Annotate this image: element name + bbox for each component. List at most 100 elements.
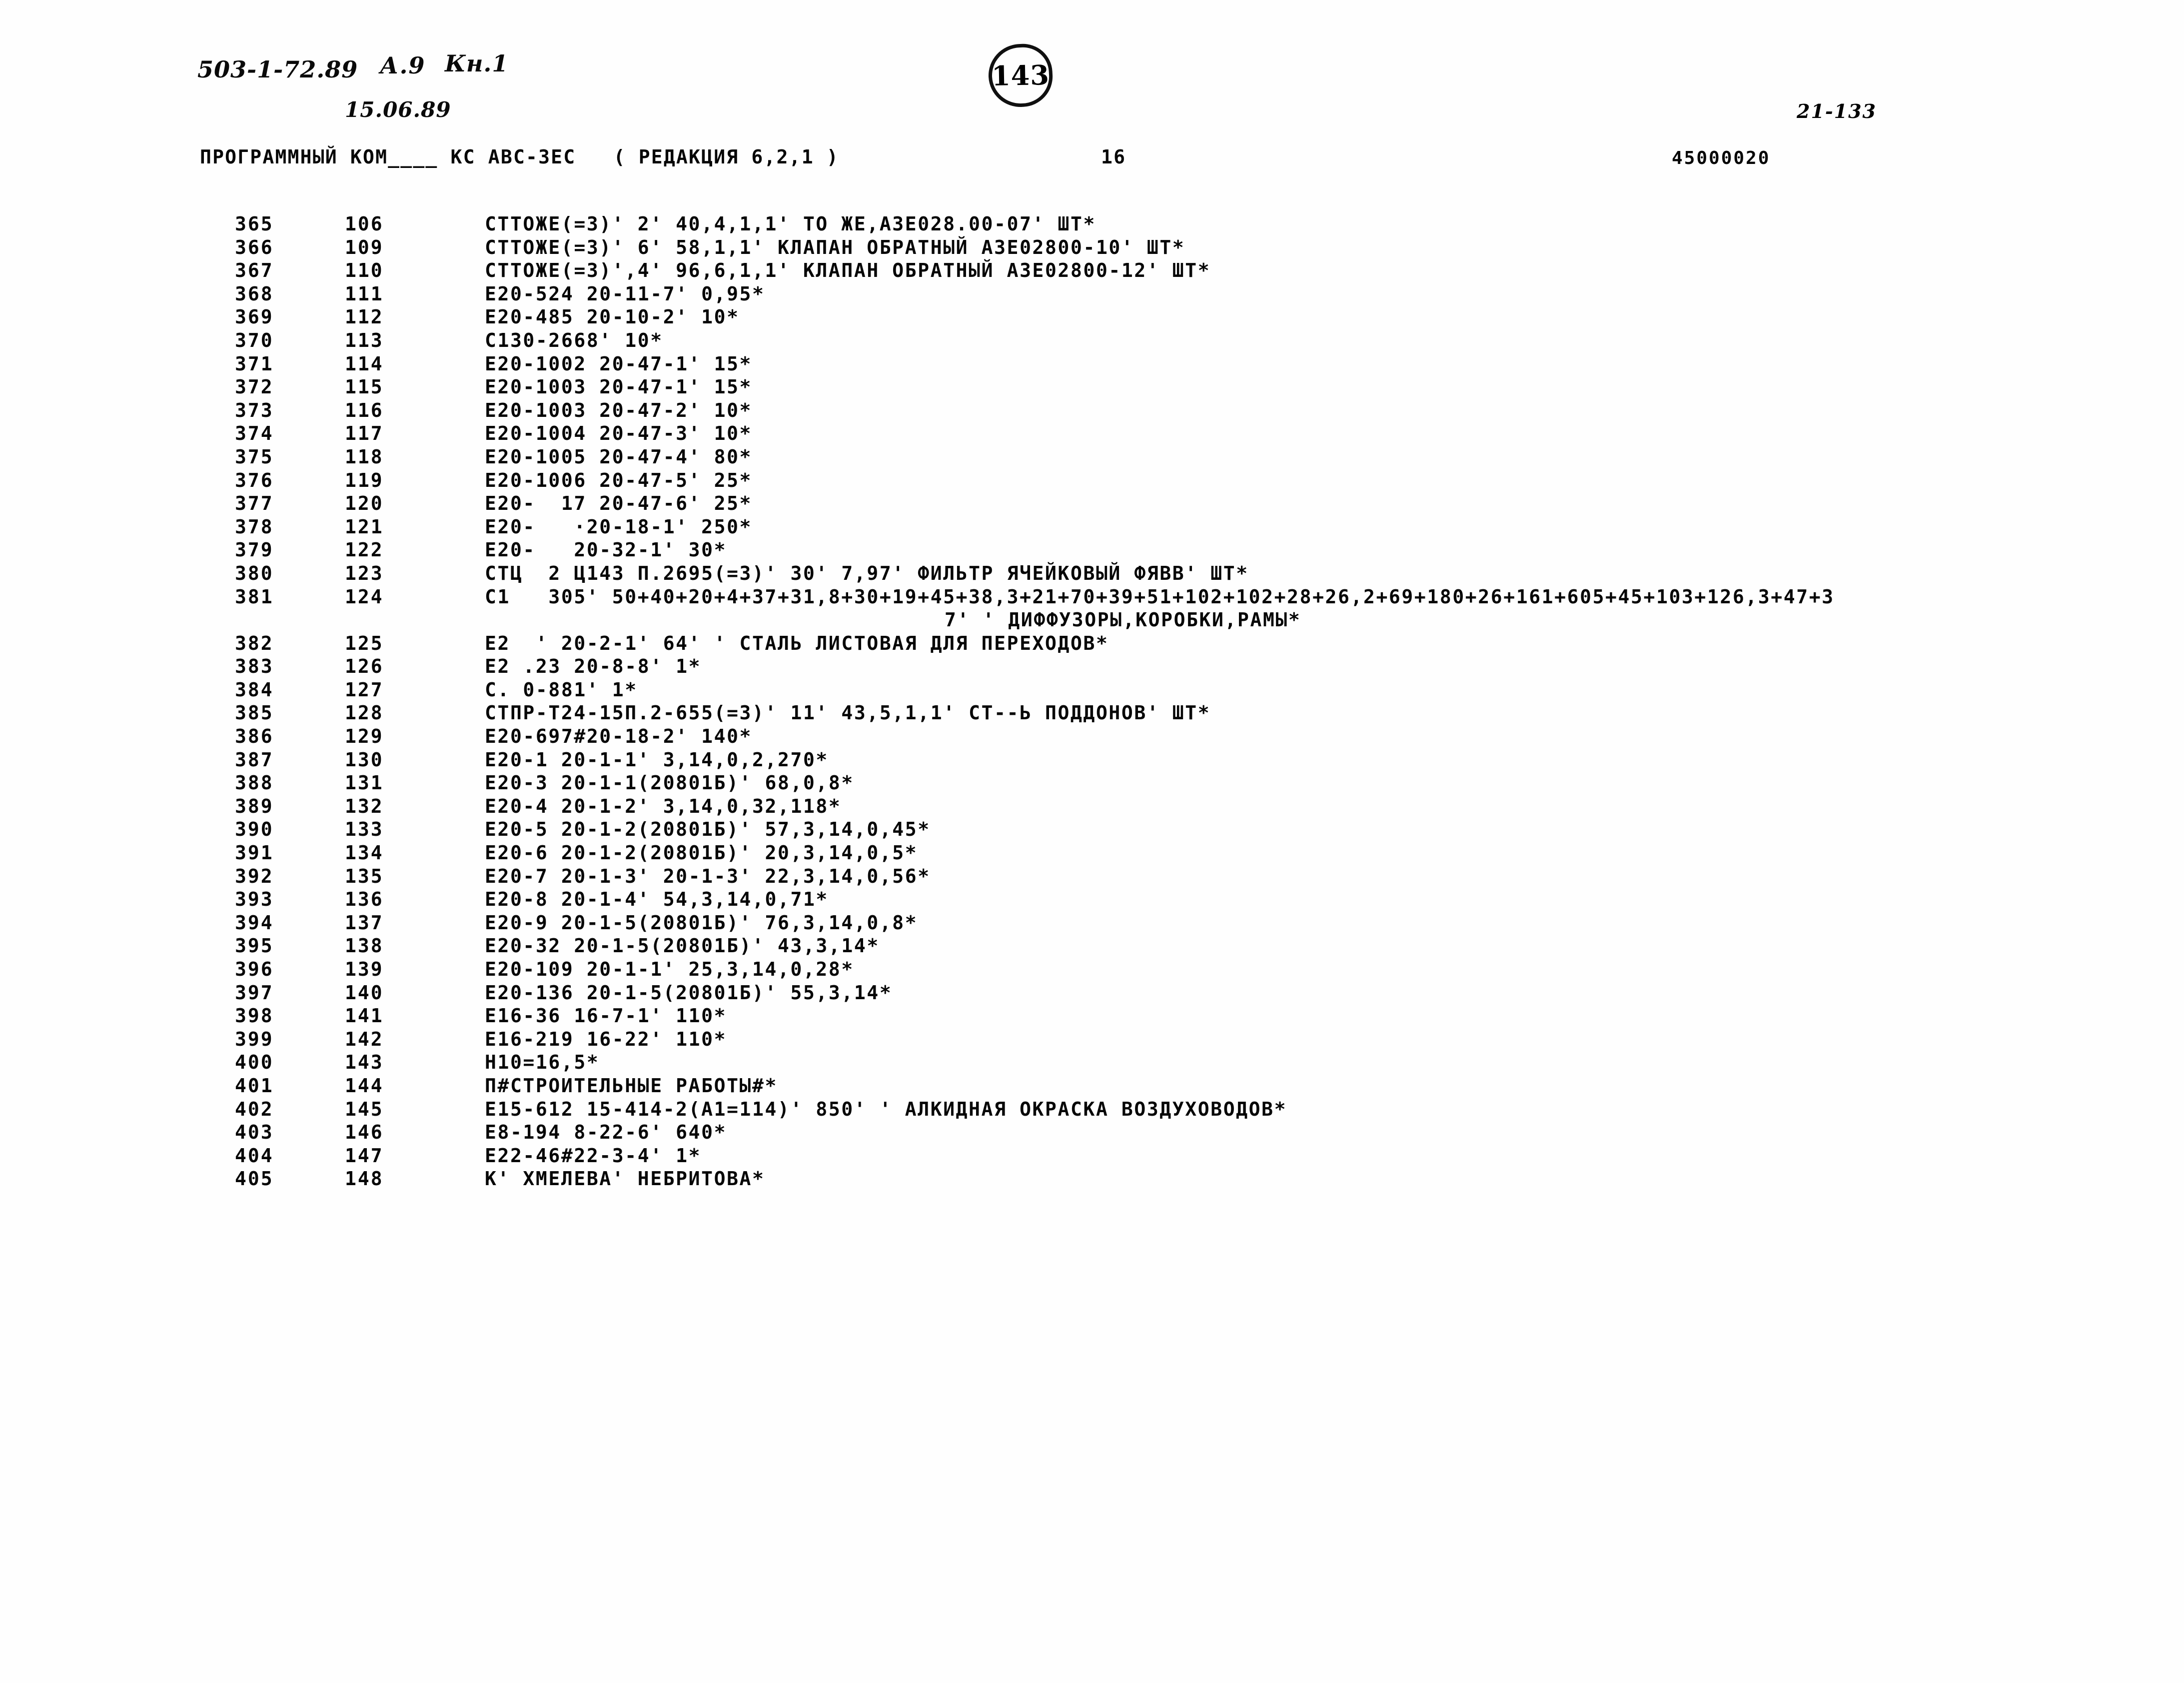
row-statement-text: Е20-1004 20-47-3' 10* <box>485 422 753 445</box>
row-line-number: 375 <box>235 445 274 468</box>
listing-row: 400 143 Н10=16,5* <box>0 1051 2184 1075</box>
listing-row: 401 144 П#СТРОИТЕЛЬНЫЕ РАБОТЫ#* <box>0 1075 2184 1098</box>
listing-row: 404 147 Е22-46#22-3-4' 1* <box>0 1145 2184 1168</box>
listing-row: 379 122 Е20- 20-32-1' 30* <box>0 539 2184 562</box>
row-line-number: 373 <box>235 399 274 421</box>
row-statement-text: Н10=16,5* <box>485 1051 600 1074</box>
row-statement-text: Е20-6 20-1-2(20801Б)' 20,3,14,0,5* <box>485 842 918 864</box>
row-line-number: 383 <box>235 655 274 678</box>
row-statement-text: Е16-219 16-22' 110* <box>485 1028 727 1050</box>
row-statement-text: Е20-5 20-1-2(20801Б)' 57,3,14,0,45* <box>485 818 931 841</box>
row-line-number: 387 <box>235 748 274 771</box>
listing-row: 371 114 Е20-1002 20-47-1' 15* <box>0 353 2184 376</box>
row-line-number: 367 <box>235 259 274 282</box>
row-statement-text: С1 305' 50+40+20+4+37+31,8+30+19+45+38,3… <box>485 585 1835 608</box>
row-statement-text: Е20- ·20-18-1' 250* <box>485 515 753 538</box>
document-code-annotation: 503-1-72.89 <box>197 56 358 83</box>
row-statement-text: Е20-3 20-1-1(20801Б)' 68,0,8* <box>485 772 854 794</box>
listing-row: 394 137 Е20-9 20-1-5(20801Б)' 76,3,14,0,8* <box>0 912 2184 935</box>
page-number-annotation: 143 <box>991 58 1050 92</box>
program-title: ПРОГРАММНЫЙ КОМ____ КС АВС-3ЕС ( РЕДАКЦИ… <box>200 146 839 168</box>
row-line-number: 378 <box>235 515 274 538</box>
listing-row: 402 145 Е15-612 15-414-2(А1=114)' 850' ' А… <box>0 1098 2184 1122</box>
row-sequence-number: 148 <box>345 1168 384 1190</box>
header-object-code: 45000020 <box>1672 148 1771 168</box>
listing-row: 375 118 Е20-1005 20-47-4' 80* <box>0 446 2184 469</box>
row-statement-text: Е20-1002 20-47-1' 15* <box>485 352 753 375</box>
row-line-number: 392 <box>235 865 274 887</box>
row-line-number: 380 <box>235 562 274 584</box>
row-sequence-number: 106 <box>345 213 384 235</box>
listing-row: 376 119 Е20-1006 20-47-5' 25* <box>0 469 2184 493</box>
page-number-circle: 143 <box>987 42 1055 109</box>
row-sequence-number: 139 <box>345 958 384 980</box>
sheet-code-annotation: 21-133 <box>1797 100 1877 122</box>
row-line-number: 397 <box>235 981 274 1004</box>
row-statement-text: Е20-1003 20-47-1' 15* <box>485 376 753 398</box>
listing-row: 367 110 СТТОЖЕ(=3)',4' 96,6,1,1' КЛАПАН ОБ… <box>0 259 2184 283</box>
row-line-number: 401 <box>235 1074 274 1097</box>
listing-row: 369 112 Е20-485 20-10-2' 10* <box>0 306 2184 329</box>
row-line-number: 388 <box>235 772 274 794</box>
row-statement-text: Е20-136 20-1-5(20801Б)' 55,3,14* <box>485 981 893 1004</box>
listing-row: 386 129 Е20-697#20-18-2' 140* <box>0 725 2184 749</box>
listing-row: 388 131 Е20-3 20-1-1(20801Б)' 68,0,8* <box>0 772 2184 795</box>
row-sequence-number: 125 <box>345 632 384 654</box>
row-statement-text: Е20-1005 20-47-4' 80* <box>485 445 753 468</box>
listing-row: 390 133 Е20-5 20-1-2(20801Б)' 57,3,14,0,45… <box>0 818 2184 842</box>
row-statement-text: П#СТРОИТЕЛЬНЫЕ РАБОТЫ#* <box>485 1074 778 1097</box>
row-line-number: 391 <box>235 842 274 864</box>
row-statement-text: Е8-194 8-22-6' 640* <box>485 1121 727 1144</box>
row-sequence-number: 117 <box>345 422 384 445</box>
listing-row: 389 132 Е20-4 20-1-2' 3,14,0,32,118* <box>0 795 2184 819</box>
row-line-number: 366 <box>235 236 274 258</box>
row-sequence-number: 124 <box>345 585 384 608</box>
row-line-number: 371 <box>235 352 274 375</box>
row-line-number: 399 <box>235 1028 274 1050</box>
listing-row: 378 121 Е20- ·20-18-1' 250* <box>0 516 2184 539</box>
album-annotation: А.9 <box>380 52 426 79</box>
row-sequence-number: 138 <box>345 935 384 957</box>
row-statement-text: Е20- 17 20-47-6' 25* <box>485 492 753 515</box>
listing-row: 403 146 Е8-194 8-22-6' 640* <box>0 1121 2184 1145</box>
row-sequence-number: 143 <box>345 1051 384 1074</box>
listing-row: 383 126 Е2 .23 20-8-8' 1* <box>0 655 2184 679</box>
row-sequence-number: 141 <box>345 1005 384 1027</box>
row-sequence-number: 119 <box>345 469 384 491</box>
row-statement-text: Е20-109 20-1-1' 25,3,14,0,28* <box>485 958 854 980</box>
row-line-number: 377 <box>235 492 274 515</box>
row-line-number: 369 <box>235 306 274 328</box>
row-statement-text: Е20-7 20-1-3' 20-1-3' 22,3,14,0,56* <box>485 865 931 887</box>
row-sequence-number: 120 <box>345 492 384 515</box>
row-statement-text: СТТОЖЕ(=3)' 6' 58,1,1' КЛАПАН ОБРАТНЫЙ А… <box>485 236 1185 258</box>
row-statement-text: Е20-32 20-1-5(20801Б)' 43,3,14* <box>485 935 880 957</box>
row-line-number: 368 <box>235 282 274 305</box>
row-line-number: 372 <box>235 376 274 398</box>
row-statement-text: Е20-485 20-10-2' 10* <box>485 306 740 328</box>
row-sequence-number: 131 <box>345 772 384 794</box>
listing-row: 396 139 Е20-109 20-1-1' 25,3,14,0,28* <box>0 958 2184 982</box>
row-statement-text: Е20-1006 20-47-5' 25* <box>485 469 753 491</box>
row-sequence-number: 129 <box>345 725 384 748</box>
row-statement-text: Е22-46#22-3-4' 1* <box>485 1144 702 1167</box>
listing-table: 365 106 СТТОЖЕ(=3)' 2' 40,4,1,1' ТО ЖЕ,АЗЕ… <box>0 213 2184 1191</box>
row-sequence-number: 116 <box>345 399 384 421</box>
listing-row: 393 136 Е20-8 20-1-4' 54,3,14,0,71* <box>0 888 2184 912</box>
row-sequence-number: 133 <box>345 818 384 841</box>
header-sheet-number: 16 <box>1101 146 1126 168</box>
row-line-number: 389 <box>235 795 274 817</box>
row-sequence-number: 110 <box>345 259 384 282</box>
row-statement-text: К' ХМЕЛЕВА' НЕБРИТОВА* <box>485 1168 765 1190</box>
row-sequence-number: 140 <box>345 981 384 1004</box>
row-line-number: 365 <box>235 213 274 235</box>
row-line-number: 374 <box>235 422 274 445</box>
row-statement-text: СТТОЖЕ(=3)' 2' 40,4,1,1' ТО ЖЕ,АЗЕ028.00… <box>485 213 1096 235</box>
row-statement-text: Е2 ' 20-2-1' 64' ' СТАЛЬ ЛИСТОВАЯ ДЛЯ ПЕ… <box>485 632 1109 654</box>
row-line-number: 382 <box>235 632 274 654</box>
row-sequence-number: 127 <box>345 678 384 701</box>
row-statement-text: Е16-36 16-7-1' 110* <box>485 1005 727 1027</box>
row-sequence-number: 113 <box>345 329 384 351</box>
row-line-number: 398 <box>235 1005 274 1027</box>
listing-row: 399 142 Е16-219 16-22' 110* <box>0 1028 2184 1052</box>
row-statement-text: Е20-8 20-1-4' 54,3,14,0,71* <box>485 888 829 911</box>
